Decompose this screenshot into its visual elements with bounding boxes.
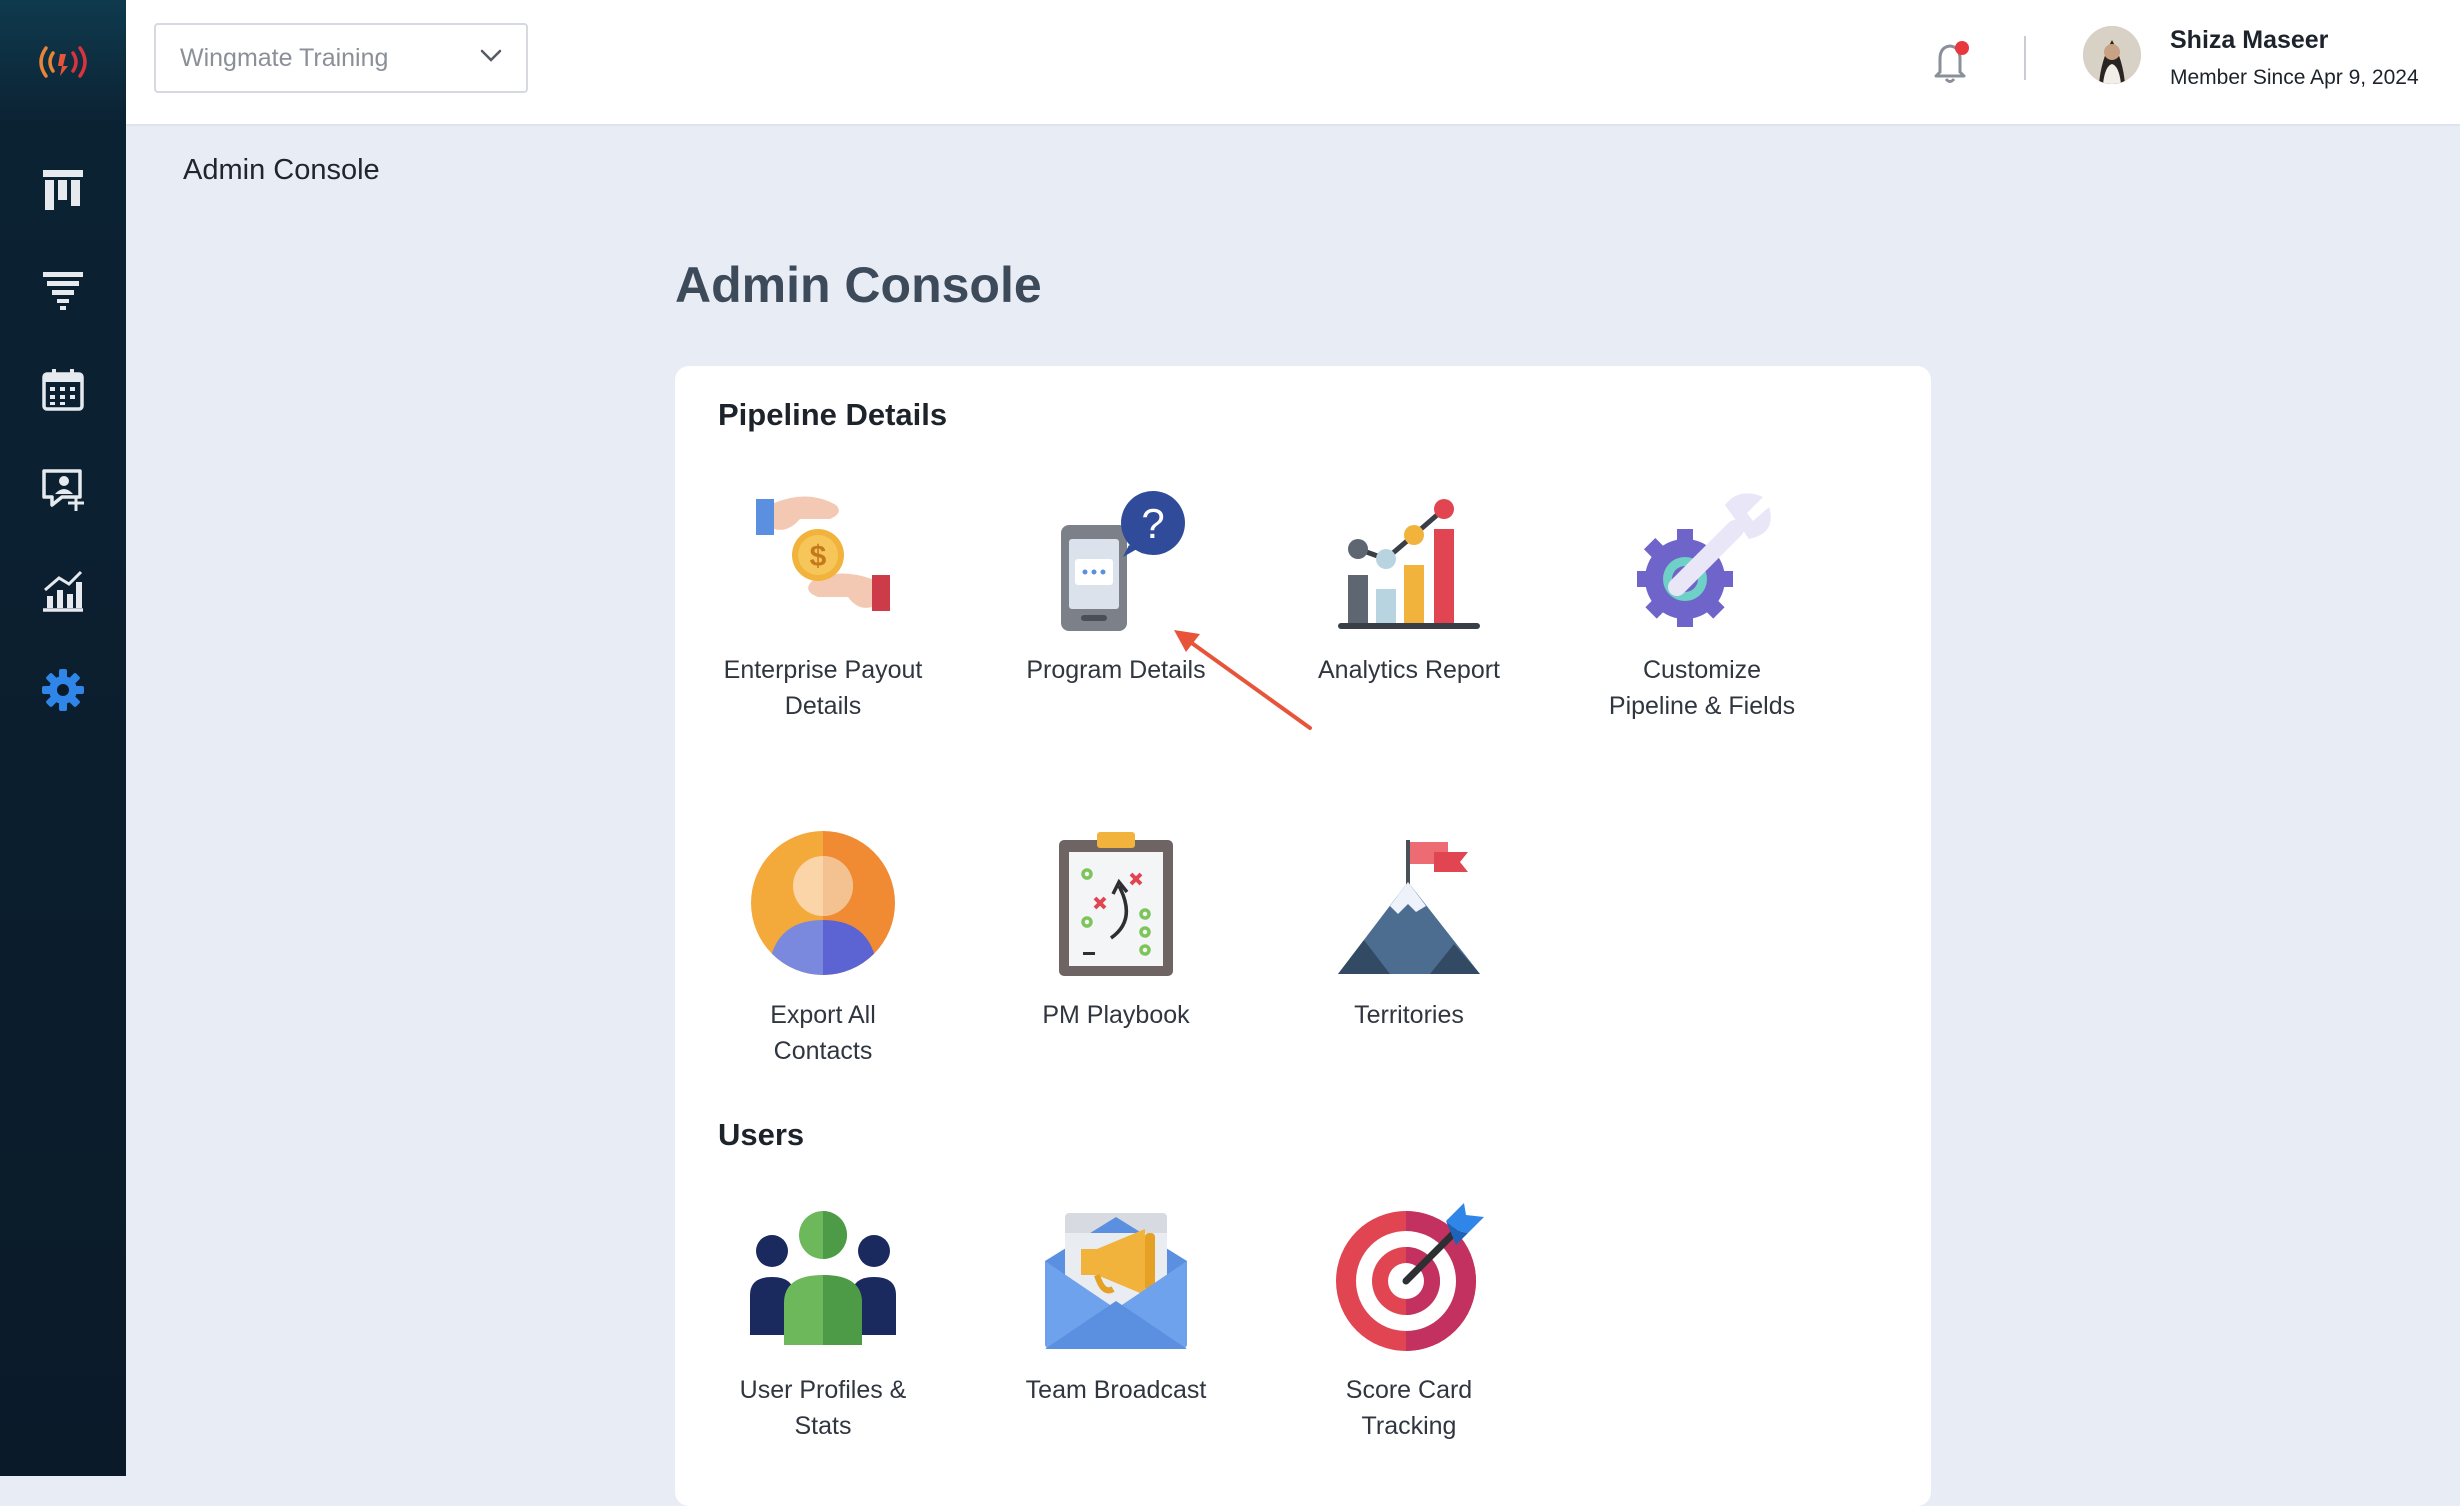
tile-label: User Profiles & Stats <box>739 1376 907 1440</box>
contact-avatar-icon <box>743 823 903 983</box>
tile-label: Export All Contacts <box>770 1001 876 1065</box>
funnel-filter-icon[interactable] <box>33 260 93 320</box>
section-title-users: Users <box>718 1117 805 1152</box>
breadcrumb: Admin Console <box>183 154 380 186</box>
tile-score-card-tracking[interactable]: Score Card Tracking <box>1264 1198 1554 1444</box>
target-dart-icon <box>1329 1198 1489 1358</box>
tile-export-contacts[interactable]: Export All Contacts <box>678 823 968 1069</box>
top-bar: Wingmate Training Shiza Maseer Member Si… <box>126 0 2460 124</box>
calendar-icon[interactable] <box>33 360 93 420</box>
workspace-select-value: Wingmate Training <box>180 43 389 72</box>
notification-dot <box>1955 41 1969 55</box>
user-member-since: Member Since Apr 9, 2024 <box>2170 66 2419 89</box>
svg-text:$: $ <box>810 540 827 573</box>
tile-user-profiles-stats[interactable]: User Profiles & Stats <box>678 1198 968 1444</box>
tile-label: Team Broadcast <box>1025 1376 1207 1404</box>
payout-hands-icon: $ <box>743 478 903 638</box>
page-title: Admin Console <box>675 257 1042 313</box>
chat-user-icon[interactable] <box>33 460 93 520</box>
tile-label: PM Playbook <box>1042 1001 1190 1029</box>
tile-label: Analytics Report <box>1317 656 1501 684</box>
kanban-board-icon[interactable] <box>33 160 93 220</box>
mountain-flag-icon <box>1329 823 1489 983</box>
gear-icon[interactable] <box>33 660 93 720</box>
tile-team-broadcast[interactable]: Team Broadcast <box>971 1198 1261 1408</box>
admin-console-card: Pipeline Details $ Enterprise Payout Deta… <box>675 366 1931 1506</box>
tile-label: Territories <box>1354 1001 1464 1029</box>
tile-label: Customize Pipeline & Fields <box>1608 656 1796 720</box>
gear-wrench-icon <box>1622 478 1782 638</box>
tile-label: Score Card Tracking <box>1345 1376 1473 1440</box>
bar-chart-icon <box>1329 478 1489 638</box>
tile-enterprise-payout[interactable]: $ Enterprise Payout Details <box>678 478 968 724</box>
sidebar <box>0 0 126 1476</box>
phone-question-icon: ? <box>1036 478 1196 638</box>
clipboard-playbook-icon <box>1036 823 1196 983</box>
tile-territories[interactable]: Territories <box>1264 823 1554 1033</box>
avatar[interactable] <box>2083 26 2141 84</box>
tile-pm-playbook[interactable]: PM Playbook <box>971 823 1261 1033</box>
tile-program-details[interactable]: ? Program Details <box>971 478 1261 688</box>
user-name: Shiza Maseer <box>2170 26 2329 54</box>
tile-customize-pipeline[interactable]: Customize Pipeline & Fields <box>1557 478 1847 724</box>
user-group-icon <box>743 1198 903 1358</box>
divider <box>2024 36 2026 80</box>
section-title-pipeline: Pipeline Details <box>718 397 948 432</box>
tile-label: Enterprise Payout Details <box>723 656 923 720</box>
bell-icon[interactable] <box>1924 34 1980 90</box>
tile-analytics-report[interactable]: Analytics Report <box>1264 478 1554 688</box>
analytics-chart-icon[interactable] <box>33 560 93 620</box>
broadcast-waves-icon[interactable] <box>0 0 126 124</box>
svg-text:?: ? <box>1141 500 1164 547</box>
tile-label: Program Details <box>1026 656 1206 684</box>
workspace-select[interactable]: Wingmate Training <box>154 23 528 93</box>
megaphone-envelope-icon <box>1036 1198 1196 1358</box>
chevron-down-icon <box>480 49 502 68</box>
